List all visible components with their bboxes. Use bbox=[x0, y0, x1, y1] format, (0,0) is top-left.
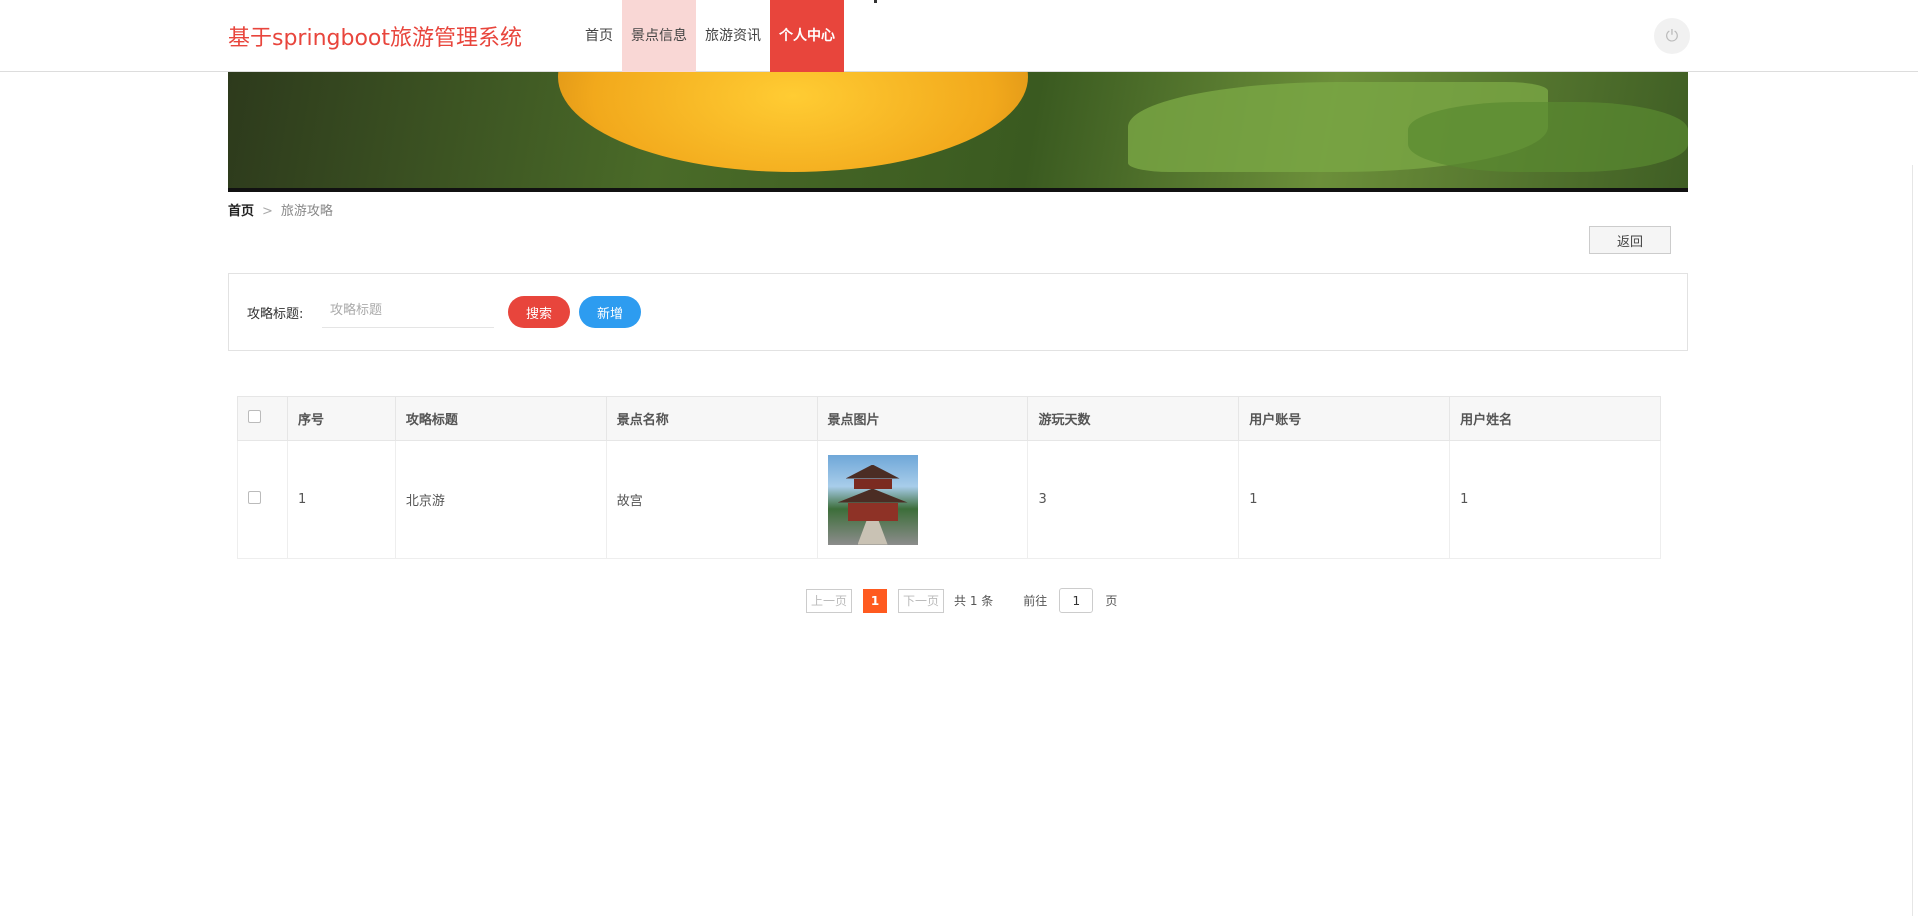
top-navbar: 基于springboot旅游管理系统 首页 景点信息 旅游资讯 个人中心 ⏻ bbox=[0, 0, 1918, 72]
back-button[interactable]: 返回 bbox=[1589, 226, 1671, 254]
pagoda-photo[interactable] bbox=[827, 454, 918, 545]
page-suffix: 页 bbox=[1105, 594, 1118, 608]
banner-leaf bbox=[1408, 102, 1688, 172]
breadcrumb: 首页 > 旅游攻略 bbox=[228, 200, 333, 219]
table-row[interactable]: 1 北京游 故宫 3 1 1 bbox=[237, 440, 1661, 559]
cell-spot: 故宫 bbox=[605, 440, 818, 559]
column-header[interactable]: 用户账号 bbox=[1238, 396, 1451, 441]
breadcrumb-current: 旅游攻略 bbox=[280, 204, 333, 219]
pagoda-body bbox=[847, 502, 898, 521]
column-header[interactable]: 游玩天数 bbox=[1027, 396, 1240, 441]
pagoda-body bbox=[853, 478, 892, 489]
cell-account: 1 bbox=[1238, 440, 1451, 559]
column-header[interactable]: 景点名称 bbox=[605, 396, 818, 441]
prev-page-button[interactable]: 上一页 bbox=[806, 588, 853, 613]
pagoda-roof bbox=[837, 488, 908, 503]
cell-title: 北京游 bbox=[394, 440, 607, 559]
power-icon[interactable]: ⏻ bbox=[1654, 18, 1690, 54]
main-nav: 首页 景点信息 旅游资讯 个人中心 bbox=[576, 0, 844, 72]
banner-image bbox=[228, 72, 1688, 192]
pagoda-path bbox=[857, 520, 888, 545]
cell-index: 1 bbox=[286, 440, 396, 559]
row-select-cell bbox=[237, 440, 288, 559]
decorative-dot bbox=[874, 0, 877, 3]
next-page-button[interactable]: 下一页 bbox=[898, 588, 945, 613]
search-input[interactable] bbox=[322, 294, 494, 328]
site-title: 基于springboot旅游管理系统 bbox=[228, 26, 523, 51]
cell-name: 1 bbox=[1449, 440, 1661, 559]
scrollbar[interactable] bbox=[1912, 165, 1918, 916]
pagination: 上一页 1 下一页 共 1 条 前往 页 bbox=[806, 588, 1117, 613]
breadcrumb-separator: > bbox=[262, 204, 273, 219]
add-button[interactable]: 新增 bbox=[579, 296, 641, 328]
column-header[interactable]: 用户姓名 bbox=[1449, 396, 1661, 441]
nav-attractions[interactable]: 景点信息 bbox=[622, 0, 696, 72]
strategy-table: 序号 攻略标题 景点名称 景点图片 游玩天数 用户账号 用户姓名 1 北京游 故… bbox=[237, 396, 1661, 559]
page-number-active[interactable]: 1 bbox=[863, 588, 888, 613]
table-header-row: 序号 攻略标题 景点名称 景点图片 游玩天数 用户账号 用户姓名 bbox=[237, 396, 1661, 441]
nav-news[interactable]: 旅游资讯 bbox=[696, 0, 770, 72]
column-header[interactable]: 攻略标题 bbox=[394, 396, 607, 441]
search-label: 攻略标题: bbox=[247, 307, 304, 322]
column-header[interactable]: 序号 bbox=[286, 396, 396, 441]
nav-user-center[interactable]: 个人中心 bbox=[770, 0, 844, 72]
select-all-cell bbox=[237, 396, 288, 441]
nav-home[interactable]: 首页 bbox=[576, 0, 622, 72]
cell-image bbox=[816, 440, 1029, 559]
search-button[interactable]: 搜索 bbox=[508, 296, 570, 328]
breadcrumb-home[interactable]: 首页 bbox=[228, 204, 254, 219]
total-count: 共 1 条 bbox=[954, 594, 994, 608]
goto-page-input[interactable] bbox=[1059, 588, 1094, 613]
select-all-checkbox[interactable] bbox=[248, 410, 261, 423]
row-checkbox[interactable] bbox=[248, 491, 261, 504]
search-panel: 攻略标题: 搜索 新增 bbox=[228, 273, 1688, 351]
column-header[interactable]: 景点图片 bbox=[816, 396, 1029, 441]
banner-flower bbox=[558, 72, 1028, 172]
goto-label: 前往 bbox=[1023, 594, 1048, 608]
cell-days: 3 bbox=[1027, 440, 1240, 559]
pagoda-roof bbox=[845, 464, 900, 479]
